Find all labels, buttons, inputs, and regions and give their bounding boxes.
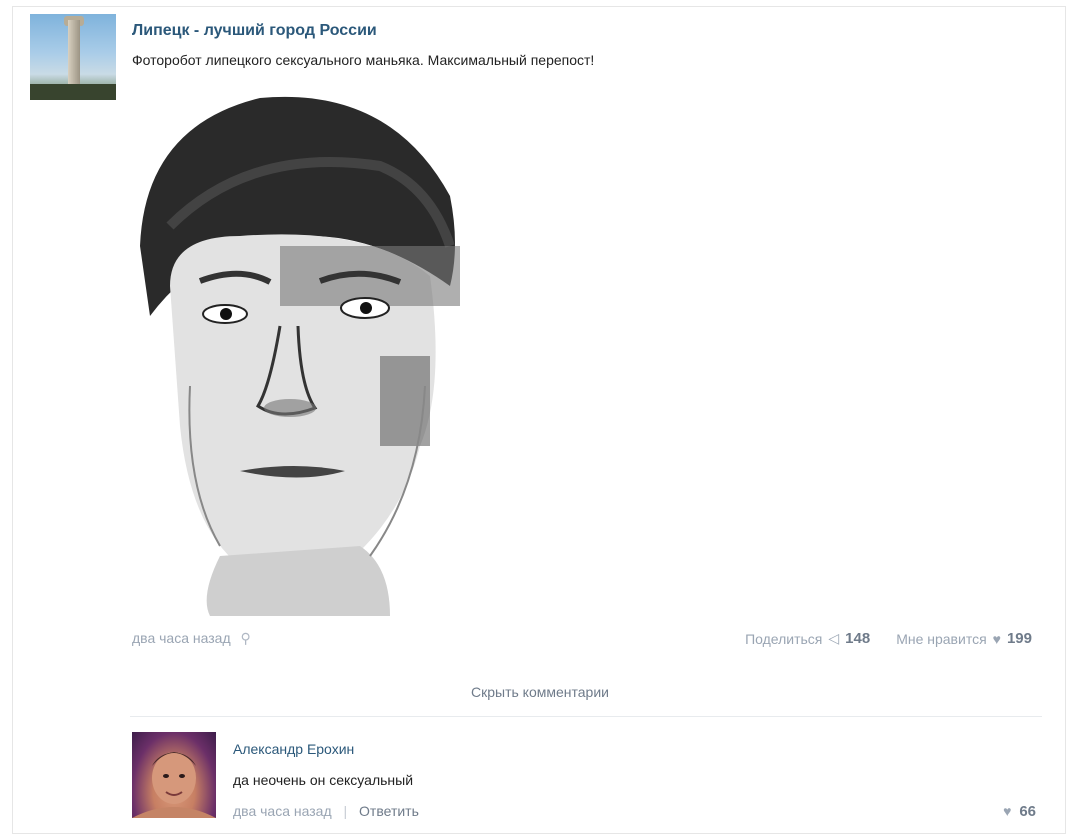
comment-like-count: 66 bbox=[1019, 803, 1036, 820]
comment-likes[interactable]: ♥ 66 bbox=[1003, 803, 1036, 820]
heart-icon[interactable]: ♥ bbox=[1003, 803, 1011, 819]
comment-text: да неочень он сексуальный bbox=[233, 772, 414, 788]
share-label[interactable]: Поделиться bbox=[745, 631, 822, 647]
share-count: 148 bbox=[845, 630, 871, 647]
heart-icon[interactable]: ♥ bbox=[993, 631, 1001, 647]
post-actions: Поделиться ◁ 148 Мне нравится ♥ 199 bbox=[745, 630, 1032, 647]
like-count: 199 bbox=[1006, 630, 1032, 647]
commenter-face bbox=[132, 752, 216, 818]
post-time[interactable]: два часа назад bbox=[132, 630, 231, 646]
post-meta: два часа назад ⚲ bbox=[132, 630, 251, 647]
commenter-name-link[interactable]: Александр Ерохин bbox=[233, 741, 354, 757]
sketch-image[interactable] bbox=[130, 86, 470, 616]
ground bbox=[30, 84, 116, 100]
post-text: Фоторобот липецкого сексуального маньяка… bbox=[132, 52, 595, 68]
hide-comments-link[interactable]: Скрыть комментарии bbox=[0, 684, 1080, 700]
community-avatar[interactable] bbox=[30, 14, 116, 100]
community-name-link[interactable]: Липецк - лучший город России bbox=[132, 22, 377, 40]
monument bbox=[68, 20, 80, 84]
commenter-avatar[interactable] bbox=[132, 732, 216, 818]
comment-meta: два часа назад | Ответить bbox=[233, 803, 419, 819]
divider bbox=[130, 716, 1042, 717]
megaphone-icon[interactable]: ◁ bbox=[828, 630, 839, 647]
comment-separator: | bbox=[343, 803, 348, 819]
reply-link[interactable]: Ответить bbox=[359, 803, 419, 819]
pin-icon: ⚲ bbox=[240, 630, 251, 646]
like-label[interactable]: Мне нравится bbox=[896, 631, 986, 647]
comment-time[interactable]: два часа назад bbox=[233, 803, 332, 819]
